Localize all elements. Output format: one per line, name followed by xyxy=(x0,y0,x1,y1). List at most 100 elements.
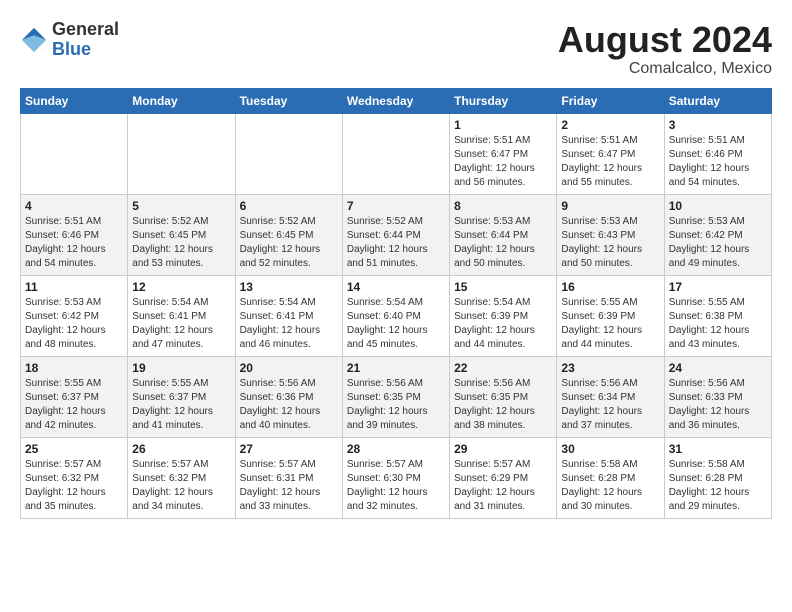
day-number: 1 xyxy=(454,118,552,132)
day-number: 22 xyxy=(454,361,552,375)
day-info: Sunrise: 5:56 AM Sunset: 6:33 PM Dayligh… xyxy=(669,377,767,433)
calendar-cell: 23 Sunrise: 5:56 AM Sunset: 6:34 PM Dayli… xyxy=(557,356,664,437)
day-header-monday: Monday xyxy=(128,88,235,113)
calendar-cell: 4Sunrise: 5:51 AM Sunset: 6:46 PM Daylig… xyxy=(21,194,128,275)
calendar-cell: 29 Sunrise: 5:57 AM Sunset: 6:29 PM Dayli… xyxy=(450,437,557,518)
day-info: Sunrise: 5:56 AM Sunset: 6:34 PM Dayligh… xyxy=(561,377,659,433)
calendar-cell: 13 Sunrise: 5:54 AM Sunset: 6:41 PM Dayli… xyxy=(235,275,342,356)
calendar-cell: 12Sunrise: 5:54 AM Sunset: 6:41 PM Dayli… xyxy=(128,275,235,356)
day-info: Sunrise: 5:55 AM Sunset: 6:37 PM Dayligh… xyxy=(25,377,123,433)
week-row-5: 25 Sunrise: 5:57 AM Sunset: 6:32 PM Dayli… xyxy=(21,437,772,518)
week-row-2: 4Sunrise: 5:51 AM Sunset: 6:46 PM Daylig… xyxy=(21,194,772,275)
calendar-cell: 26 Sunrise: 5:57 AM Sunset: 6:32 PM Dayli… xyxy=(128,437,235,518)
day-number: 25 xyxy=(25,442,123,456)
day-info: Sunrise: 5:53 AM Sunset: 6:44 PM Dayligh… xyxy=(454,215,552,271)
day-number: 4 xyxy=(25,199,123,213)
day-info: Sunrise: 5:56 AM Sunset: 6:35 PM Dayligh… xyxy=(454,377,552,433)
logo-icon xyxy=(20,26,48,54)
title-block: August 2024 Comalcalco, Mexico xyxy=(558,20,772,78)
calendar-cell: 6Sunrise: 5:52 AM Sunset: 6:45 PM Daylig… xyxy=(235,194,342,275)
day-info: Sunrise: 5:54 AM Sunset: 6:41 PM Dayligh… xyxy=(132,296,230,352)
day-number: 31 xyxy=(669,442,767,456)
calendar-cell: 8 Sunrise: 5:53 AM Sunset: 6:44 PM Daylig… xyxy=(450,194,557,275)
day-info: Sunrise: 5:57 AM Sunset: 6:31 PM Dayligh… xyxy=(240,458,338,514)
day-number: 26 xyxy=(132,442,230,456)
calendar-cell: 21Sunrise: 5:56 AM Sunset: 6:35 PM Dayli… xyxy=(342,356,449,437)
day-number: 17 xyxy=(669,280,767,294)
calendar-cell: 20 Sunrise: 5:56 AM Sunset: 6:36 PM Dayli… xyxy=(235,356,342,437)
day-number: 7 xyxy=(347,199,445,213)
calendar-table: SundayMondayTuesdayWednesdayThursdayFrid… xyxy=(20,88,772,519)
day-info: Sunrise: 5:56 AM Sunset: 6:36 PM Dayligh… xyxy=(240,377,338,433)
calendar-cell: 30Sunrise: 5:58 AM Sunset: 6:28 PM Dayli… xyxy=(557,437,664,518)
calendar-cell: 28Sunrise: 5:57 AM Sunset: 6:30 PM Dayli… xyxy=(342,437,449,518)
day-number: 23 xyxy=(561,361,659,375)
calendar-header: SundayMondayTuesdayWednesdayThursdayFrid… xyxy=(21,88,772,113)
day-number: 28 xyxy=(347,442,445,456)
calendar-cell: 16 Sunrise: 5:55 AM Sunset: 6:39 PM Dayli… xyxy=(557,275,664,356)
week-row-1: 1 Sunrise: 5:51 AM Sunset: 6:47 PM Daylig… xyxy=(21,113,772,194)
calendar-cell: 10Sunrise: 5:53 AM Sunset: 6:42 PM Dayli… xyxy=(664,194,771,275)
day-number: 2 xyxy=(561,118,659,132)
day-info: Sunrise: 5:54 AM Sunset: 6:41 PM Dayligh… xyxy=(240,296,338,352)
calendar-cell: 1 Sunrise: 5:51 AM Sunset: 6:47 PM Daylig… xyxy=(450,113,557,194)
calendar-cell xyxy=(235,113,342,194)
day-number: 8 xyxy=(454,199,552,213)
day-info: Sunrise: 5:54 AM Sunset: 6:40 PM Dayligh… xyxy=(347,296,445,352)
day-header-friday: Friday xyxy=(557,88,664,113)
day-number: 21 xyxy=(347,361,445,375)
day-header-thursday: Thursday xyxy=(450,88,557,113)
calendar-cell xyxy=(128,113,235,194)
day-number: 29 xyxy=(454,442,552,456)
calendar-cell: 27Sunrise: 5:57 AM Sunset: 6:31 PM Dayli… xyxy=(235,437,342,518)
calendar-cell: 25 Sunrise: 5:57 AM Sunset: 6:32 PM Dayli… xyxy=(21,437,128,518)
day-info: Sunrise: 5:57 AM Sunset: 6:32 PM Dayligh… xyxy=(25,458,123,514)
day-number: 10 xyxy=(669,199,767,213)
logo-text: General Blue xyxy=(52,20,119,60)
calendar-body: 1 Sunrise: 5:51 AM Sunset: 6:47 PM Daylig… xyxy=(21,113,772,518)
day-info: Sunrise: 5:55 AM Sunset: 6:37 PM Dayligh… xyxy=(132,377,230,433)
day-info: Sunrise: 5:52 AM Sunset: 6:44 PM Dayligh… xyxy=(347,215,445,271)
day-header-sunday: Sunday xyxy=(21,88,128,113)
calendar-cell: 9Sunrise: 5:53 AM Sunset: 6:43 PM Daylig… xyxy=(557,194,664,275)
day-header-wednesday: Wednesday xyxy=(342,88,449,113)
day-number: 15 xyxy=(454,280,552,294)
calendar-cell: 22 Sunrise: 5:56 AM Sunset: 6:35 PM Dayli… xyxy=(450,356,557,437)
day-info: Sunrise: 5:55 AM Sunset: 6:39 PM Dayligh… xyxy=(561,296,659,352)
day-header-tuesday: Tuesday xyxy=(235,88,342,113)
calendar-cell: 17 Sunrise: 5:55 AM Sunset: 6:38 PM Dayli… xyxy=(664,275,771,356)
calendar-cell: 31 Sunrise: 5:58 AM Sunset: 6:28 PM Dayli… xyxy=(664,437,771,518)
week-row-3: 11 Sunrise: 5:53 AM Sunset: 6:42 PM Dayli… xyxy=(21,275,772,356)
day-info: Sunrise: 5:53 AM Sunset: 6:42 PM Dayligh… xyxy=(25,296,123,352)
calendar-cell: 15 Sunrise: 5:54 AM Sunset: 6:39 PM Dayli… xyxy=(450,275,557,356)
day-number: 14 xyxy=(347,280,445,294)
day-info: Sunrise: 5:52 AM Sunset: 6:45 PM Dayligh… xyxy=(132,215,230,271)
day-number: 11 xyxy=(25,280,123,294)
day-info: Sunrise: 5:51 AM Sunset: 6:47 PM Dayligh… xyxy=(561,134,659,190)
calendar-cell: 7 Sunrise: 5:52 AM Sunset: 6:44 PM Daylig… xyxy=(342,194,449,275)
day-info: Sunrise: 5:57 AM Sunset: 6:29 PM Dayligh… xyxy=(454,458,552,514)
day-info: Sunrise: 5:55 AM Sunset: 6:38 PM Dayligh… xyxy=(669,296,767,352)
calendar-cell xyxy=(342,113,449,194)
day-number: 20 xyxy=(240,361,338,375)
day-info: Sunrise: 5:51 AM Sunset: 6:46 PM Dayligh… xyxy=(669,134,767,190)
day-info: Sunrise: 5:51 AM Sunset: 6:47 PM Dayligh… xyxy=(454,134,552,190)
month-year: August 2024 xyxy=(558,20,772,60)
calendar-cell: 14 Sunrise: 5:54 AM Sunset: 6:40 PM Dayli… xyxy=(342,275,449,356)
day-number: 24 xyxy=(669,361,767,375)
day-info: Sunrise: 5:54 AM Sunset: 6:39 PM Dayligh… xyxy=(454,296,552,352)
day-number: 13 xyxy=(240,280,338,294)
calendar-cell: 2 Sunrise: 5:51 AM Sunset: 6:47 PM Daylig… xyxy=(557,113,664,194)
calendar-cell: 11 Sunrise: 5:53 AM Sunset: 6:42 PM Dayli… xyxy=(21,275,128,356)
day-number: 19 xyxy=(132,361,230,375)
day-info: Sunrise: 5:53 AM Sunset: 6:43 PM Dayligh… xyxy=(561,215,659,271)
logo-general: General xyxy=(52,20,119,40)
day-number: 3 xyxy=(669,118,767,132)
day-number: 5 xyxy=(132,199,230,213)
calendar-cell: 24 Sunrise: 5:56 AM Sunset: 6:33 PM Dayli… xyxy=(664,356,771,437)
header-row: SundayMondayTuesdayWednesdayThursdayFrid… xyxy=(21,88,772,113)
day-number: 16 xyxy=(561,280,659,294)
day-info: Sunrise: 5:58 AM Sunset: 6:28 PM Dayligh… xyxy=(669,458,767,514)
day-info: Sunrise: 5:57 AM Sunset: 6:32 PM Dayligh… xyxy=(132,458,230,514)
page-header: General Blue August 2024 Comalcalco, Mex… xyxy=(20,20,772,78)
